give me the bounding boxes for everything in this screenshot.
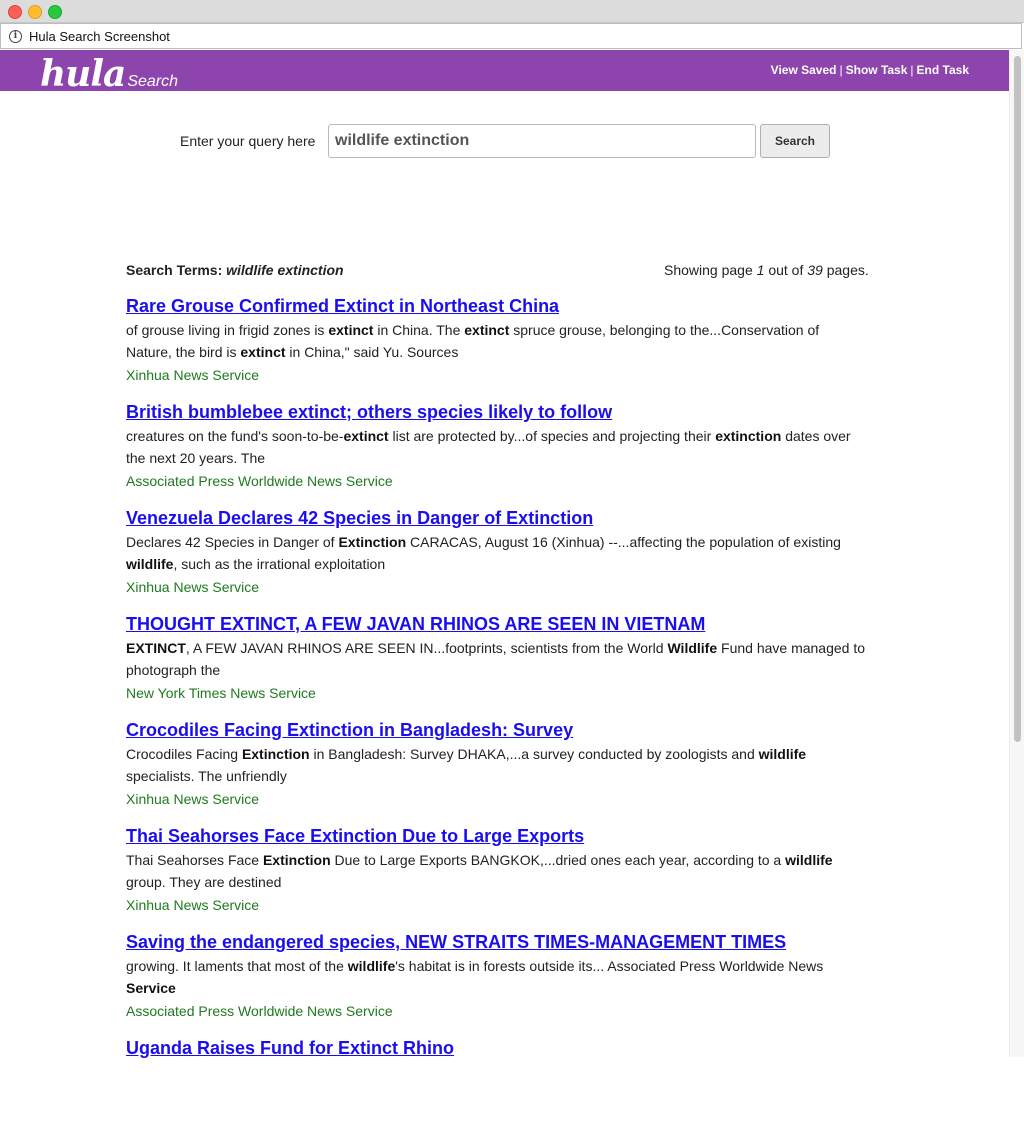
search-result: Crocodiles Facing Extinction in Banglade…	[126, 719, 866, 825]
snippet-text: , such as the irrational exploitation	[173, 556, 386, 572]
search-result: Venezuela Declares 42 Species in Danger …	[126, 507, 866, 613]
snippet-highlight: Wildlife	[667, 640, 718, 656]
scrollbar-thumb[interactable]	[1014, 56, 1021, 742]
snippet-highlight: EXTINCT	[126, 640, 186, 656]
snippet-highlight: extinct	[343, 428, 389, 444]
snippet-text: in Bangladesh: Survey DHAKA,...a survey …	[309, 746, 759, 762]
search-result: Rare Grouse Confirmed Extinct in Northea…	[126, 295, 866, 401]
result-source: Associated Press Worldwide News Service	[126, 473, 393, 489]
snippet-text: CARACAS, August 16 (Xinhua) --...affecti…	[406, 534, 841, 550]
search-terms: Search Terms: wildlife extinction	[126, 262, 344, 278]
vertical-scrollbar[interactable]	[1009, 50, 1024, 1057]
search-result: British bumblebee extinct; others specie…	[126, 401, 866, 507]
snippet-text: growing. It laments that most of the	[126, 958, 348, 974]
results-list: Rare Grouse Confirmed Extinct in Northea…	[126, 295, 866, 1143]
result-snippet: Thai Seahorses Face Extinction Due to La…	[126, 849, 866, 893]
snippet-text: specialists. The unfriendly	[126, 768, 287, 784]
snippet-highlight: extinct	[328, 322, 374, 338]
snippet-highlight: extinct	[464, 322, 510, 338]
snippet-highlight: Extinction	[241, 746, 310, 762]
search-terms-value: wildlife extinction	[226, 262, 344, 278]
result-source: Xinhua News Service	[126, 897, 260, 913]
result-snippet: EXTINCT, A FEW JAVAN RHINOS ARE SEEN IN.…	[126, 637, 866, 681]
out-of-text: out of	[768, 262, 804, 278]
result-snippet: Crocodiles Facing Extinction in Banglade…	[126, 743, 866, 787]
search-terms-label: Search Terms:	[126, 262, 223, 278]
window-minimize-button[interactable]	[28, 5, 42, 19]
info-icon[interactable]: i	[9, 30, 22, 43]
snippet-highlight: wildlife	[785, 852, 833, 868]
window-maximize-button[interactable]	[48, 5, 62, 19]
result-source: Xinhua News Service	[126, 791, 260, 807]
search-result: THOUGHT EXTINCT, A FEW JAVAN RHINOS ARE …	[126, 613, 866, 719]
snippet-text: in China," said Yu. Sources	[285, 344, 459, 360]
result-snippet: of grouse living in frigid zones is exti…	[126, 319, 866, 363]
window-close-button[interactable]	[8, 5, 22, 19]
snippet-text: list are protected by...of species and p…	[388, 428, 716, 444]
result-snippet: growing. It laments that most of the wil…	[126, 955, 866, 999]
snippet-highlight: Service	[126, 980, 176, 996]
result-source: Associated Press Worldwide News Service	[126, 1003, 393, 1019]
snippet-text: 's habitat is in forests outside its... …	[395, 958, 824, 974]
result-title-link[interactable]: Saving the endangered species, NEW STRAI…	[126, 931, 866, 953]
snippet-text: Declares 42 Species in Danger of	[126, 534, 339, 550]
search-result: Thai Seahorses Face Extinction Due to La…	[126, 825, 866, 931]
query-label: Enter your query here	[180, 133, 316, 149]
snippet-text: Thai Seahorses Face	[126, 852, 263, 868]
result-snippet: creatures on the fund's soon-to-be-extin…	[126, 425, 866, 469]
search-input[interactable]	[328, 124, 756, 158]
snippet-highlight: Extinction	[262, 852, 331, 868]
result-title-link[interactable]: Crocodiles Facing Extinction in Banglade…	[126, 719, 866, 741]
result-source: New York Times News Service	[126, 685, 316, 701]
snippet-text: Crocodiles Facing	[126, 746, 242, 762]
page-info: Showing page 1 out of 39 pages.	[664, 262, 869, 278]
end-task-link[interactable]: End Task	[917, 63, 969, 77]
header-links: View Saved | Show Task | End Task	[771, 63, 969, 77]
showing-prefix: Showing page	[664, 262, 753, 278]
result-source: Xinhua News Service	[126, 367, 260, 383]
result-title-link[interactable]: Rare Grouse Confirmed Extinct in Northea…	[126, 295, 866, 317]
snippet-text: creatures on the fund's soon-to-be-	[126, 428, 344, 444]
view-saved-link[interactable]: View Saved	[771, 63, 837, 77]
page-title: Hula Search Screenshot	[29, 29, 170, 44]
search-result: Saving the endangered species, NEW STRAI…	[126, 931, 866, 1037]
current-page: 1	[756, 262, 765, 278]
snippet-highlight: wildlife	[126, 556, 174, 572]
result-title-link[interactable]: British bumblebee extinct; others specie…	[126, 401, 866, 423]
logo-sub-text: Search	[127, 73, 179, 90]
result-title-link[interactable]: Venezuela Declares 42 Species in Danger …	[126, 507, 866, 529]
window-titlebar	[0, 0, 1024, 23]
result-title-link[interactable]: Thai Seahorses Face Extinction Due to La…	[126, 825, 866, 847]
address-bar[interactable]: i Hula Search Screenshot	[0, 23, 1022, 49]
snippet-text: , A FEW JAVAN RHINOS ARE SEEN IN...footp…	[185, 640, 668, 656]
logo-main-text: hula	[40, 53, 126, 95]
snippet-highlight: wildlife	[347, 958, 396, 974]
snippet-text: Due to Large Exports BANGKOK,...dried on…	[330, 852, 786, 868]
result-title-link[interactable]: Uganda Raises Fund for Extinct Rhino	[126, 1037, 866, 1059]
show-task-link[interactable]: Show Task	[846, 63, 908, 77]
snippet-text: of grouse living in frigid zones is	[126, 322, 329, 338]
link-separator: |	[910, 63, 914, 77]
pages-suffix: pages.	[826, 262, 869, 278]
search-button[interactable]: Search	[760, 124, 830, 158]
result-title-link[interactable]: THOUGHT EXTINCT, A FEW JAVAN RHINOS ARE …	[126, 613, 866, 635]
snippet-highlight: extinction	[715, 428, 782, 444]
snippet-highlight: Extinction	[338, 534, 407, 550]
snippet-highlight: extinct	[240, 344, 286, 360]
hula-search-logo[interactable]: hula Search	[40, 53, 178, 95]
site-header: hula Search View Saved | Show Task | End Task	[0, 50, 1009, 95]
result-snippet: Declares 42 Species in Danger of Extinct…	[126, 531, 866, 575]
snippet-highlight: wildlife	[758, 746, 807, 762]
link-separator: |	[839, 63, 843, 77]
search-result: Uganda Raises Fund for Extinct Rhino	[126, 1037, 866, 1143]
snippet-text: in China. The	[373, 322, 465, 338]
snippet-text: group. They are destined	[126, 874, 282, 890]
result-source: Xinhua News Service	[126, 579, 260, 595]
total-pages: 39	[807, 262, 823, 278]
